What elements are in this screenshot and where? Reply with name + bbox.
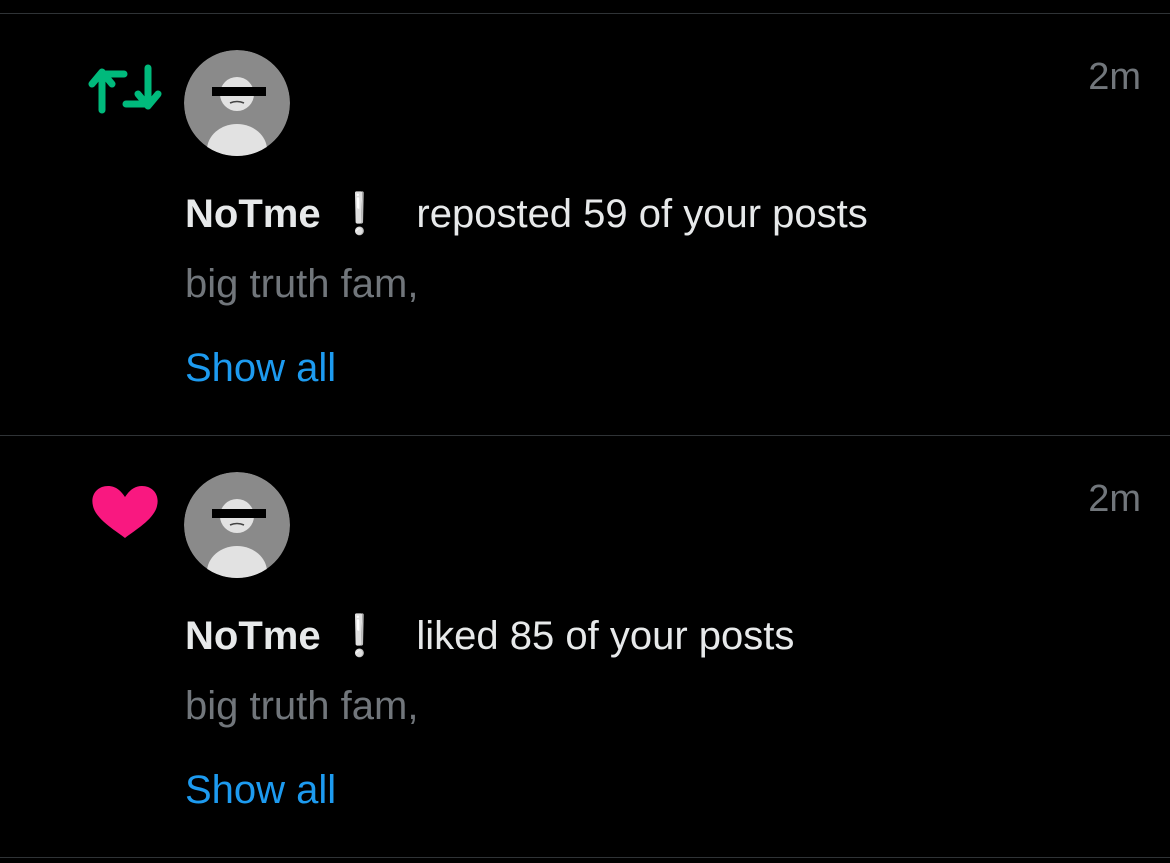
post-snippet: big truth fam, (185, 262, 419, 306)
heart-icon (88, 482, 162, 540)
username[interactable]: NoTme (185, 614, 321, 658)
action-text: reposted 59 of your posts (416, 192, 868, 236)
notification-repost[interactable]: 2m NoTme ❕ reposted 59 of your posts big t… (0, 14, 1170, 436)
avatar[interactable] (184, 50, 290, 156)
show-all-link[interactable]: Show all (185, 766, 336, 814)
badge-emoji: ❕ (334, 192, 385, 236)
avatar[interactable] (184, 472, 290, 578)
timestamp: 2m (1088, 56, 1141, 98)
avatar-icon (184, 472, 290, 578)
action-text: liked 85 of your posts (416, 614, 795, 658)
post-snippet: big truth fam, (185, 684, 419, 728)
username[interactable]: NoTme (185, 192, 321, 236)
repost-icon (88, 60, 162, 118)
notification-like[interactable]: 2m NoTme ❕ liked 85 of your posts big trut… (0, 436, 1170, 858)
show-all-link[interactable]: Show all (185, 344, 336, 392)
badge-emoji: ❕ (334, 614, 385, 658)
notification-headline: NoTme ❕ liked 85 of your posts (185, 612, 794, 660)
notification-headline: NoTme ❕ reposted 59 of your posts (185, 190, 868, 238)
avatar-icon (184, 50, 290, 156)
timestamp: 2m (1088, 478, 1141, 520)
